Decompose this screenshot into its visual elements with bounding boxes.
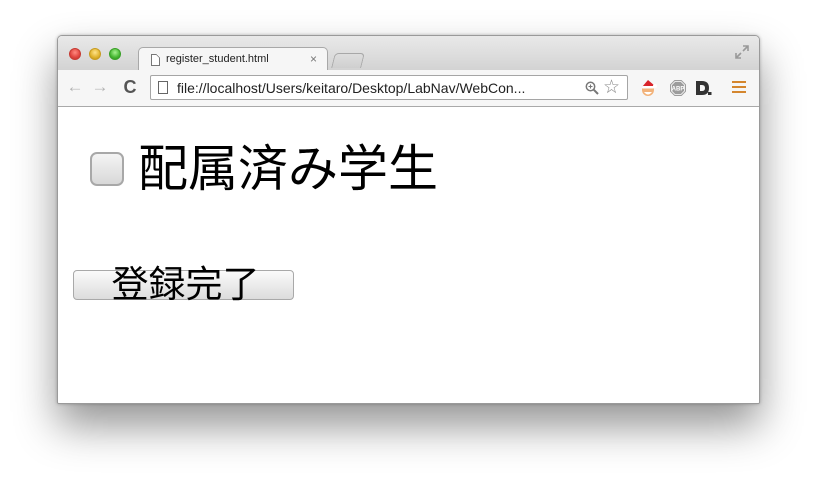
- d-logo-icon[interactable]: [694, 79, 712, 97]
- registration-complete-button[interactable]: 登録完了: [73, 266, 294, 303]
- tab-close-icon[interactable]: ×: [310, 52, 317, 66]
- file-icon: [158, 81, 168, 94]
- page-content: 配属済み学生 登録完了: [58, 107, 759, 403]
- window-minimize-button[interactable]: [89, 48, 101, 60]
- tab-title: register_student.html: [166, 53, 269, 65]
- reload-button[interactable]: C: [120, 77, 140, 97]
- browser-window: register_student.html × ← → C file://loc…: [57, 35, 760, 404]
- hamburger-menu-icon[interactable]: [732, 81, 746, 94]
- url-text[interactable]: file://localhost/Users/keitaro/Desktop/L…: [177, 80, 525, 96]
- checkbox-label[interactable]: 配属済み学生: [138, 141, 438, 197]
- address-bar[interactable]: file://localhost/Users/keitaro/Desktop/L…: [150, 75, 628, 100]
- back-button[interactable]: ←: [65, 77, 85, 97]
- file-icon: [151, 54, 160, 66]
- window-maximize-button[interactable]: [109, 48, 121, 60]
- fullscreen-icon[interactable]: [735, 45, 749, 59]
- santa-extension-icon[interactable]: [639, 79, 657, 97]
- assigned-students-checkbox[interactable]: [90, 152, 124, 186]
- tab-strip: register_student.html ×: [58, 36, 759, 71]
- adblock-plus-icon[interactable]: ABP: [669, 79, 687, 97]
- forward-button[interactable]: →: [90, 77, 110, 97]
- browser-toolbar: ← → C file://localhost/Users/keitaro/Des…: [58, 70, 759, 107]
- window-close-button[interactable]: [69, 48, 81, 60]
- browser-tab[interactable]: register_student.html ×: [138, 47, 328, 71]
- new-tab-button[interactable]: [331, 53, 365, 68]
- star-icon[interactable]: ☆: [603, 77, 620, 98]
- svg-text:ABP: ABP: [672, 87, 685, 93]
- registration-complete-label: 登録完了: [111, 263, 260, 306]
- zoom-icon[interactable]: [585, 81, 599, 95]
